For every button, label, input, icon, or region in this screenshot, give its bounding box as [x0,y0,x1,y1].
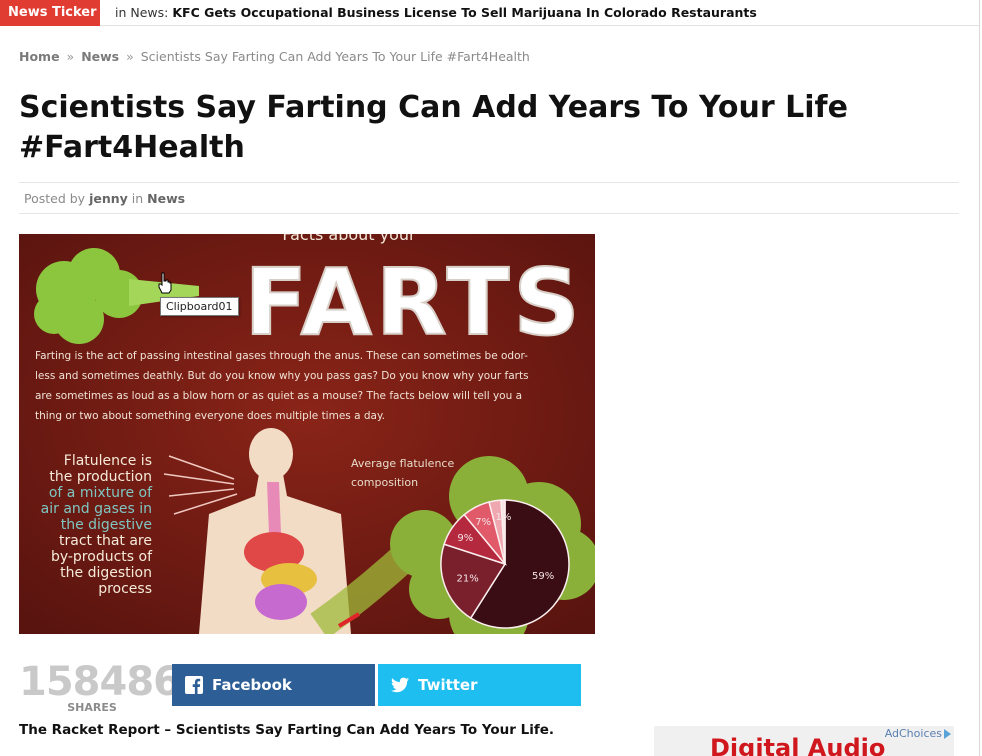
svg-text:air and gases in: air and gases in [41,501,152,517]
featured-image[interactable]: Facts about your FARTS Farting is the ac… [19,234,595,634]
breadcrumb-separator: » [66,49,75,64]
infographic: Facts about your FARTS Farting is the ac… [19,234,595,634]
ticker-item[interactable]: in News: KFC Gets Occupational Business … [115,0,757,26]
pie-slice-label: 9% [457,533,473,544]
svg-text:tract that are: tract that are [59,533,152,549]
meta-posted-by: Posted by [24,191,86,206]
news-ticker: News Ticker in News: KFC Gets Occupation… [0,0,980,26]
pie-caption-1: Average flatulence [351,457,454,470]
svg-text:by-products of: by-products of [51,549,153,565]
breadcrumb-news-link[interactable]: News [81,49,119,64]
pie-slice-label: 21% [457,573,479,584]
adchoices-link[interactable]: AdChoices [885,727,951,740]
category-link[interactable]: News [147,191,185,206]
twitter-share-button[interactable]: Twitter [378,664,581,706]
ticker-prefix: in News: [115,5,169,20]
svg-text:thing or two about something e: thing or two about something everyone do… [35,410,385,422]
svg-text:are sometimes as loud as a blo: are sometimes as loud as a blow horn or … [35,390,522,402]
svg-text:the digestive: the digestive [61,517,152,533]
pie-slice-label: 59% [532,571,554,582]
twitter-bird-icon [391,677,409,693]
facebook-icon [185,676,203,694]
pie-slice-label: 1% [496,512,512,523]
adchoices-icon [944,729,951,739]
breadcrumb: Home » News » Scientists Say Farting Can… [19,49,530,64]
advertisement[interactable]: AdChoices Digital Audio [654,726,954,756]
headline-big: FARTS [244,249,583,356]
share-counter: 158486 SHARES [19,659,181,714]
article-excerpt: The Racket Report – Scientists Say Farti… [19,722,555,738]
svg-text:Flatulence is: Flatulence is [64,453,152,469]
author-link[interactable]: jenny [89,191,128,206]
svg-text:the digestion: the digestion [60,565,152,581]
breadcrumb-separator: » [126,49,134,64]
pie-slice-label: 7% [475,517,491,528]
svg-text:process: process [98,581,152,597]
meta-in: in [131,191,144,206]
image-tooltip: Clipboard01 [160,297,239,316]
headline-small: Facts about your [282,234,416,244]
facebook-share-button[interactable]: Facebook [172,664,375,706]
post-meta: Posted by jenny in News [19,182,959,214]
twitter-label: Twitter [418,676,478,694]
breadcrumb-current: Scientists Say Farting Can Add Years To … [140,49,530,64]
svg-text:the production: the production [49,469,152,485]
svg-text:of a mixture of: of a mixture of [49,485,153,501]
ad-headline: Digital Audio [710,734,886,756]
page-title: Scientists Say Farting Can Add Years To … [19,90,848,165]
facebook-label: Facebook [212,676,292,694]
pie-caption-2: composition [351,476,418,489]
ticker-headline-link[interactable]: KFC Gets Occupational Business License T… [172,5,757,20]
svg-text:less and sometimes deathly. Bu: less and sometimes deathly. But do you k… [35,370,529,382]
ticker-label: News Ticker [0,0,100,26]
breadcrumb-home-link[interactable]: Home [19,49,60,64]
svg-text:Farting is the act of passing: Farting is the act of passing intestinal… [35,350,528,362]
page-edge [979,0,980,756]
hand-cursor-icon [158,272,172,294]
composition-pie-chart: 59% 21% 9%7% 1% [440,499,570,629]
share-count: 158486 [19,659,181,705]
